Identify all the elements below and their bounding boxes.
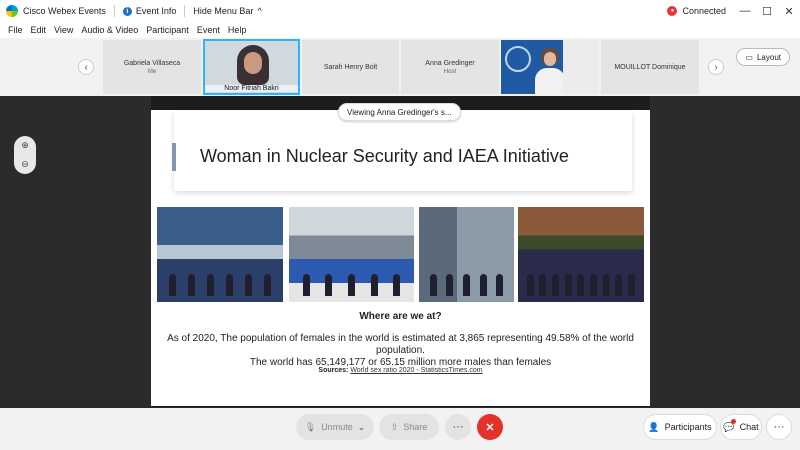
zoom-controls: ⊕ ⊖	[14, 136, 36, 174]
chevron-left-icon: ‹	[84, 61, 88, 73]
share-button[interactable]: ⇪ Share	[379, 414, 439, 440]
menu-event[interactable]: Event	[197, 25, 220, 35]
hide-menu-bar-button[interactable]: Hide Menu Bar ^	[193, 6, 261, 16]
connection-status: Connected	[682, 6, 726, 16]
chat-button[interactable]: 💬 Chat	[720, 414, 762, 440]
sources-link[interactable]: World sex ratio 2020 - StatisticsTimes.c…	[350, 367, 482, 374]
menu-view[interactable]: View	[54, 25, 73, 35]
menu-help[interactable]: Help	[228, 25, 247, 35]
participant-tile[interactable]: Gabriela Villaseca Me	[103, 40, 201, 94]
participants-button[interactable]: 👤 Participants	[643, 414, 717, 440]
slide-sources: Sources: World sex ratio 2020 - Statisti…	[318, 367, 483, 374]
app-title: Cisco Webex Events	[6, 5, 106, 17]
slide-heading: Where are we at?	[359, 311, 442, 322]
slide-title: Woman in Nuclear Security and IAEA Initi…	[200, 146, 569, 166]
app-name: Cisco Webex Events	[23, 6, 106, 16]
zoom-out-icon[interactable]: ⊖	[21, 159, 29, 170]
slide-paragraph: As of 2020, The population of females in…	[167, 333, 634, 368]
webex-logo-icon	[6, 5, 18, 17]
viewing-share-badge[interactable]: Viewing Anna Gredinger's s...	[338, 103, 461, 121]
participant-video	[535, 48, 565, 94]
participant-strip: ‹ Gabriela Villaseca Me Noor Fitriah Bak…	[0, 38, 800, 96]
zoom-in-icon[interactable]: ⊕	[21, 140, 29, 151]
more-panels-button[interactable]: ···	[766, 414, 792, 440]
participant-tile[interactable]: MOUILLOT Dominique	[601, 40, 699, 94]
unmute-button[interactable]: 🎙 Unmute ⌄	[296, 414, 374, 440]
event-info-button[interactable]: i Event Info	[122, 6, 176, 16]
microphone-muted-icon: 🎙	[304, 421, 317, 432]
menu-bar: File Edit View Audio & Video Participant…	[0, 22, 800, 38]
scroll-right-button[interactable]: ›	[708, 59, 724, 75]
scroll-left-button[interactable]: ‹	[78, 59, 94, 75]
unread-indicator	[731, 419, 736, 424]
share-icon: ⇪	[390, 421, 399, 432]
menu-file[interactable]: File	[8, 25, 23, 35]
menu-audio-video[interactable]: Audio & Video	[81, 25, 138, 35]
close-window-button[interactable]: ✕	[778, 5, 800, 18]
iaea-emblem-icon	[505, 46, 531, 72]
connection-status-icon: ●	[667, 6, 678, 16]
participant-video-tile[interactable]	[501, 40, 599, 94]
participant-tile[interactable]: Sarah Henry Bolt	[302, 40, 399, 94]
participant-tile[interactable]: Anna Gredinger Host	[401, 40, 499, 94]
maximize-button[interactable]: ☐	[756, 5, 778, 18]
layout-icon: ▭	[745, 52, 753, 62]
participant-video	[233, 43, 273, 85]
slide-photo-conference	[157, 207, 283, 302]
slide-photo-group-standing	[419, 207, 514, 302]
info-icon: i	[122, 6, 132, 16]
more-options-button[interactable]: ···	[445, 414, 471, 440]
chevron-right-icon: ›	[714, 61, 718, 73]
slide-photo-meeting-room	[289, 207, 414, 302]
chevron-down-icon: ⌄	[357, 421, 366, 432]
menu-participant[interactable]: Participant	[146, 25, 189, 35]
participant-video-tile[interactable]: Noor Fitriah Bakri	[203, 39, 300, 95]
chevron-up-icon: ^	[257, 6, 262, 16]
slide-photo-group-portrait	[518, 207, 644, 302]
title-accent-bar	[172, 143, 176, 171]
control-bar: 🎙 Unmute ⌄ ⇪ Share ··· ✕ 👤 Participants …	[0, 408, 800, 450]
minimize-button[interactable]: —	[734, 5, 756, 17]
layout-button[interactable]: ▭ Layout	[736, 48, 790, 66]
person-icon: 👤	[648, 421, 660, 432]
menu-edit[interactable]: Edit	[31, 25, 47, 35]
title-bar: Cisco Webex Events i Event Info Hide Men…	[0, 0, 800, 22]
leave-event-button[interactable]: ✕	[477, 414, 503, 440]
